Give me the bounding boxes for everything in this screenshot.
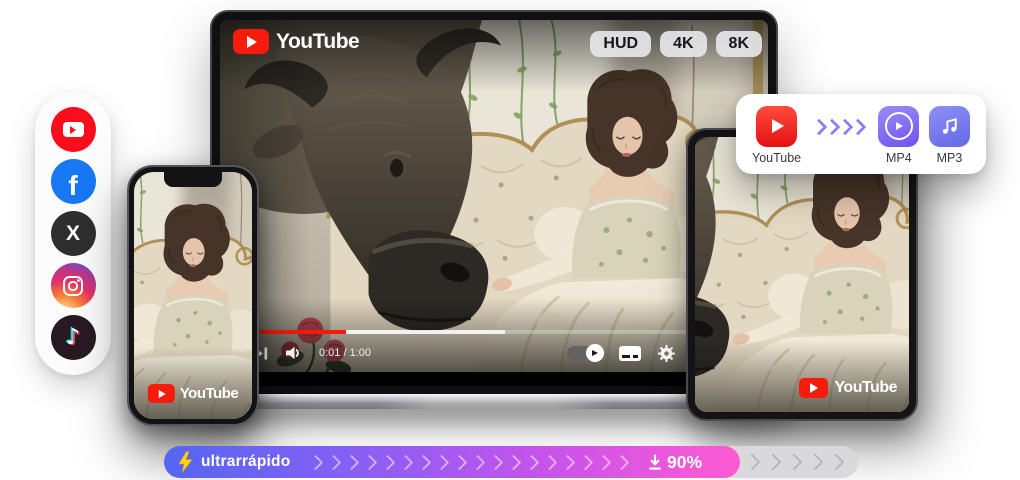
youtube-play-icon <box>799 378 829 398</box>
social-icon-instagram[interactable] <box>50 263 96 308</box>
chevron-icon <box>361 454 378 470</box>
source-format: YouTube <box>752 105 802 165</box>
chevron-icon <box>343 454 360 470</box>
youtube-wordmark: YouTube <box>276 29 360 53</box>
chevron-icon <box>523 454 540 470</box>
autoplay-knob-icon <box>586 344 604 362</box>
subtitles-icon <box>619 345 641 361</box>
chevron-icon <box>433 454 450 470</box>
chevron-icon <box>325 454 342 470</box>
settings-button[interactable] <box>658 344 675 362</box>
gear-icon <box>658 344 675 362</box>
badge-4k[interactable]: 4K <box>660 31 707 57</box>
social-icon-tiktok[interactable]: ♪ <box>50 315 96 360</box>
mp4-label: MP4 <box>886 150 912 165</box>
autoplay-toggle[interactable] <box>567 344 604 362</box>
chevron-icon <box>415 454 432 470</box>
chevron-icon <box>487 454 504 470</box>
chevron-icon <box>849 118 867 136</box>
subtitles-button[interactable] <box>619 345 641 361</box>
volume-icon <box>286 346 299 360</box>
x-icon: X <box>65 221 80 245</box>
chevron-icon <box>559 454 576 470</box>
play-circle-icon <box>884 112 913 140</box>
format-conversion-card: YouTube MP4 MP3 <box>736 94 986 174</box>
youtube-play-icon <box>62 122 84 137</box>
social-icon-youtube[interactable] <box>50 107 96 152</box>
volume-button[interactable] <box>285 346 302 360</box>
source-format-label: YouTube <box>752 150 802 165</box>
youtube-app-icon <box>756 105 798 147</box>
mp3-label: MP3 <box>936 150 963 165</box>
music-note-icon <box>942 118 957 134</box>
badge-hud[interactable]: HUD <box>590 31 652 57</box>
target-format-mp4: MP4 <box>878 105 920 165</box>
progress-percent: 90% <box>666 451 703 472</box>
youtube-play-icon <box>233 29 269 54</box>
chevron-icon <box>451 454 468 470</box>
social-rail: f X ♪ <box>35 92 111 375</box>
track-chevrons <box>722 453 845 471</box>
phone-notch <box>164 172 222 187</box>
chevron-icon <box>595 454 612 470</box>
badge-8k[interactable]: 8K <box>715 31 762 57</box>
tiktok-note-icon: ♪ <box>65 325 81 350</box>
chevron-icon <box>469 454 486 470</box>
youtube-logo: YouTube <box>147 384 239 403</box>
chevron-icon <box>307 454 324 470</box>
chevron-icon <box>505 454 522 470</box>
conversion-arrows-icon <box>810 118 867 136</box>
mp4-icon[interactable] <box>878 105 920 147</box>
chevron-icon <box>827 453 845 471</box>
social-icon-x[interactable]: X <box>50 211 96 256</box>
youtube-wordmark: YouTube <box>179 385 239 402</box>
youtube-logo: YouTube <box>233 29 360 54</box>
instagram-camera-icon <box>63 275 83 296</box>
quality-badges: HUD 4K 8K <box>590 31 762 57</box>
social-icon-facebook[interactable]: f <box>50 159 96 204</box>
chevron-icon <box>806 453 824 471</box>
video-still <box>695 137 909 412</box>
time-display: 0:01 / 1:00 <box>319 347 371 359</box>
download-icon <box>649 453 661 470</box>
target-format-mp3: MP3 <box>929 105 970 165</box>
lightning-icon <box>178 451 193 473</box>
chevron-icon <box>397 454 414 470</box>
youtube-play-icon <box>147 384 175 403</box>
chevron-icon <box>764 453 782 471</box>
chevron-icon <box>379 454 396 470</box>
chevron-icon <box>785 453 803 471</box>
chevron-icon <box>577 454 594 470</box>
facebook-f-icon: f <box>68 169 78 201</box>
tablet-screen: YouTube <box>695 137 909 412</box>
hero-graphic: f X ♪ YouTube HUD 4K 8K 0:01 / 1:00 YouT… <box>0 0 1020 480</box>
chevron-icon <box>541 454 558 470</box>
video-still <box>134 172 252 419</box>
speed-progress-fill: ultrarrápido 90% <box>164 446 741 478</box>
fill-chevrons <box>304 454 633 470</box>
chevron-icon <box>743 453 761 471</box>
youtube-wordmark: YouTube <box>834 379 897 396</box>
phone-device: YouTube <box>127 165 259 426</box>
phone-screen: YouTube <box>134 172 252 419</box>
download-speed-banner: ultrarrápido 90% <box>164 446 858 478</box>
speed-label: ultrarrápido <box>201 453 291 470</box>
download-progress: 90% <box>647 452 702 473</box>
youtube-logo: YouTube <box>799 378 897 398</box>
mp3-icon[interactable] <box>929 105 970 147</box>
chevron-icon <box>613 454 630 470</box>
